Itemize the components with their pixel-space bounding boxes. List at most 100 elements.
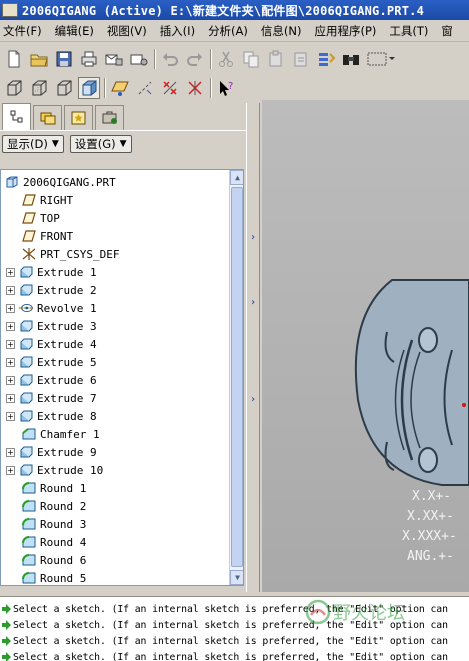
settings-dropdown[interactable]: 设置(G) ▼ — [69, 134, 132, 153]
tree-expand-plus-icon[interactable]: + — [6, 393, 15, 403]
tree-item-label: Round 3 — [40, 517, 87, 531]
tree-item[interactable]: RIGHT — [1, 191, 229, 209]
tree-expand-plus-icon[interactable]: + — [6, 267, 15, 277]
save-button[interactable] — [53, 48, 75, 70]
no-hidden-button[interactable] — [53, 77, 75, 99]
tree-item[interactable]: Round 1 — [1, 479, 229, 497]
collapse-left-arrow-icon[interactable]: › — [250, 395, 258, 405]
paste-special-button[interactable] — [290, 48, 312, 70]
settings-dropdown-label: 设置(G) — [74, 136, 116, 151]
new-file-button[interactable] — [3, 48, 25, 70]
tree-item[interactable]: FRONT — [1, 227, 229, 245]
tab-favorites[interactable] — [64, 105, 93, 130]
print-button[interactable] — [78, 48, 100, 70]
tree-expand-plus-icon[interactable]: + — [6, 357, 15, 367]
tree-expand-plus-icon[interactable]: + — [6, 447, 15, 457]
tree-item[interactable]: + Extrude 2 — [1, 281, 229, 299]
tree-expand-plus-icon[interactable]: + — [6, 375, 15, 385]
open-button[interactable] — [28, 48, 50, 70]
tree-expand-plus-icon[interactable]: + — [6, 321, 15, 331]
tree-item[interactable]: + Extrude 6 — [1, 371, 229, 389]
tab-folder-browser[interactable] — [33, 105, 62, 130]
regenerate-button[interactable] — [315, 48, 337, 70]
tree-expand-plus-icon[interactable]: + — [6, 339, 15, 349]
tree-vertical-scrollbar[interactable]: ▲ ▼ — [229, 170, 243, 585]
menu-edit[interactable]: 编辑(E) — [55, 23, 94, 39]
menu-view[interactable]: 视图(V) — [107, 23, 147, 39]
redo-icon — [187, 52, 202, 66]
copy-button[interactable] — [240, 48, 262, 70]
menu-window[interactable]: 窗 — [441, 23, 453, 39]
menu-info[interactable]: 信息(N) — [261, 23, 302, 39]
datum-points-toggle[interactable] — [159, 77, 181, 99]
tree-item[interactable]: 2006QIGANG.PRT — [1, 173, 229, 191]
message-arrow-icon — [2, 620, 11, 630]
extrude-icon — [18, 463, 34, 477]
paste-button[interactable] — [265, 48, 287, 70]
collapse-left-arrow-icon[interactable]: › — [250, 233, 258, 243]
printer-icon — [81, 51, 97, 66]
selection-box-button[interactable] — [365, 48, 397, 70]
tree-item[interactable]: + Extrude 10 — [1, 461, 229, 479]
tree-item[interactable]: TOP — [1, 209, 229, 227]
tree-expand-plus-icon[interactable]: + — [6, 465, 15, 475]
round-icon — [21, 517, 37, 531]
expand-right-arrow-icon[interactable]: › — [250, 298, 258, 308]
menu-insert[interactable]: 插入(I) — [160, 23, 195, 39]
forum-watermark: 野火论坛 — [305, 599, 405, 625]
cut-button[interactable] — [215, 48, 237, 70]
menu-file[interactable]: 文件(F) — [3, 23, 42, 39]
tree-item[interactable]: PRT_CSYS_DEF — [1, 245, 229, 263]
tree-item[interactable]: + Extrude 5 — [1, 353, 229, 371]
tree-item[interactable]: Round 3 — [1, 515, 229, 533]
undo-button[interactable] — [159, 48, 181, 70]
message-arrow-icon — [2, 652, 11, 661]
tree-item-label: FRONT — [40, 229, 74, 243]
menu-tools[interactable]: 工具(T) — [389, 23, 428, 39]
scroll-up-arrow-icon[interactable]: ▲ — [230, 170, 243, 185]
tree-item[interactable]: + Extrude 1 — [1, 263, 229, 281]
tree-item[interactable]: + Extrude 9 — [1, 443, 229, 461]
graphics-window[interactable]: X.X+- X.XX+- X.XXX+- ANG.+- — [262, 100, 469, 592]
wireframe-button[interactable] — [3, 77, 25, 99]
tree-item[interactable]: Round 6 — [1, 551, 229, 569]
tree-item[interactable]: Round 2 — [1, 497, 229, 515]
tree-expand-plus-icon[interactable]: + — [6, 285, 15, 295]
navigator-splitter[interactable]: › › › — [246, 103, 260, 592]
tree-item[interactable]: + Extrude 8 — [1, 407, 229, 425]
tree-item[interactable]: Round 4 — [1, 533, 229, 551]
tree-expand-plus-icon[interactable]: + — [6, 411, 15, 421]
datum-axes-toggle[interactable] — [134, 77, 156, 99]
tab-connections[interactable] — [95, 105, 124, 130]
pick-help-button[interactable]: ? — [215, 77, 237, 99]
message-line: Select a sketch. (If an internal sketch … — [0, 649, 469, 661]
menu-analysis[interactable]: 分析(A) — [208, 23, 248, 39]
tab-model-tree[interactable] — [2, 103, 31, 130]
tree-item[interactable]: Chamfer 1 — [1, 425, 229, 443]
tree-item[interactable]: + Revolve 1 — [1, 299, 229, 317]
csys-toggle[interactable] — [184, 77, 206, 99]
tree-item[interactable]: Round 5 — [1, 569, 229, 585]
scroll-thumb[interactable] — [231, 187, 243, 567]
show-dropdown[interactable]: 显示(D) ▼ — [2, 134, 64, 153]
undo-icon — [163, 52, 178, 66]
scroll-down-arrow-icon[interactable]: ▼ — [230, 570, 243, 585]
tree-item[interactable]: + Extrude 4 — [1, 335, 229, 353]
connections-icon — [102, 111, 117, 124]
layers-folder-icon — [40, 112, 55, 125]
redo-button[interactable] — [184, 48, 206, 70]
find-button[interactable] — [340, 48, 362, 70]
tree-item[interactable]: + Extrude 7 — [1, 389, 229, 407]
hidden-line-button[interactable] — [28, 77, 50, 99]
shading-button[interactable] — [78, 76, 100, 99]
tree-expand-plus-icon[interactable]: + — [6, 303, 15, 313]
datum-planes-toggle[interactable] — [109, 77, 131, 99]
tree-item-label: Extrude 1 — [37, 265, 97, 279]
menu-applications[interactable]: 应用程序(P) — [314, 23, 376, 39]
paste-icon — [269, 50, 282, 66]
datum-plane-icon — [21, 229, 37, 243]
email-attach-button[interactable] — [128, 48, 150, 70]
tree-item[interactable]: + Extrude 3 — [1, 317, 229, 335]
view-toolbar: ? — [0, 74, 469, 101]
email-send-button[interactable] — [103, 48, 125, 70]
